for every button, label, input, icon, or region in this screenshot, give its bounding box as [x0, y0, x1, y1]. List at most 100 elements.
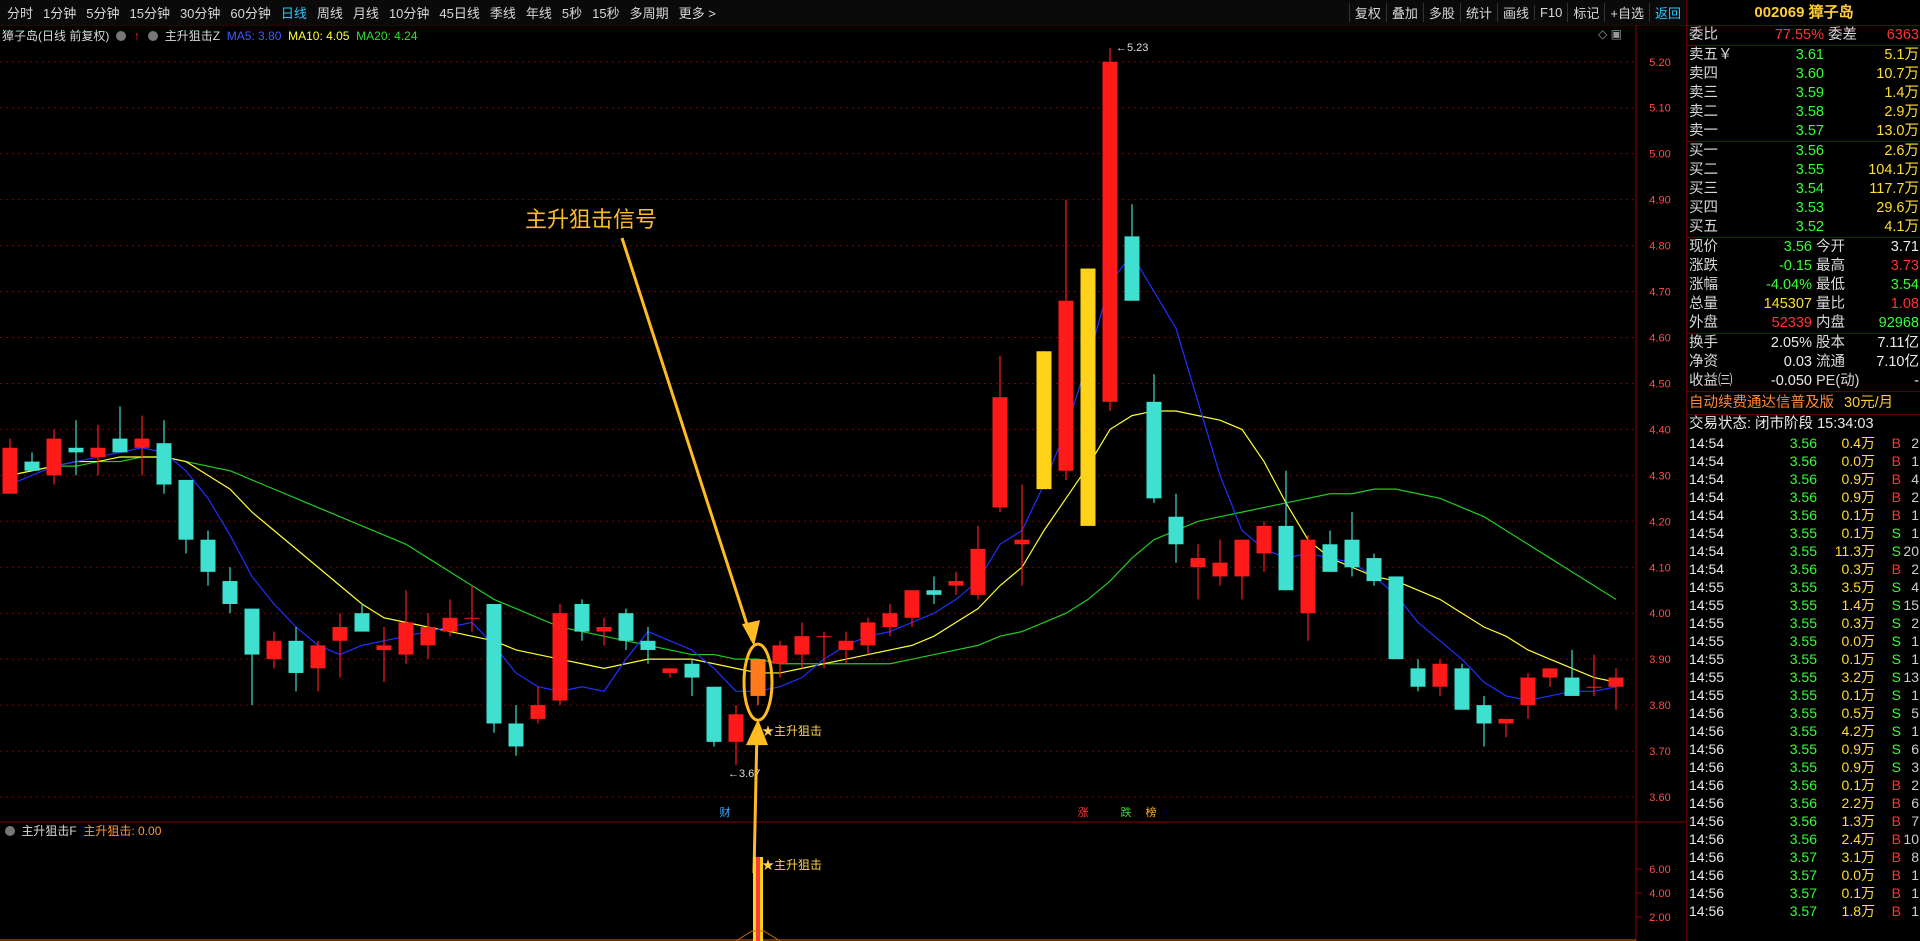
candle[interactable] — [68, 420, 84, 476]
candle[interactable] — [552, 604, 568, 706]
period-tab[interactable]: 1分钟 — [38, 3, 81, 22]
toolbar-action-button[interactable]: 统计 — [1459, 3, 1497, 22]
toolbar-action-button[interactable]: 多股 — [1422, 3, 1460, 22]
candle[interactable] — [1388, 576, 1404, 660]
candle[interactable] — [1476, 695, 1492, 747]
candle[interactable] — [970, 525, 986, 600]
period-tab[interactable]: 5分钟 — [81, 3, 124, 22]
candle[interactable] — [46, 429, 62, 485]
period-tab[interactable]: 季线 — [485, 3, 521, 22]
candle[interactable] — [1520, 672, 1536, 719]
candle[interactable] — [2, 438, 18, 494]
candle[interactable] — [596, 617, 612, 646]
period-tab[interactable]: 15秒 — [587, 3, 624, 22]
toolbar-action-button[interactable]: +自选 — [1604, 3, 1649, 22]
candle[interactable] — [860, 617, 876, 655]
candle[interactable] — [1410, 659, 1426, 692]
candle[interactable] — [266, 631, 282, 669]
candle[interactable] — [332, 613, 348, 678]
candle[interactable] — [134, 415, 150, 476]
orderbook-row[interactable]: 卖三 3.59 1.4万 — [1687, 84, 1920, 103]
orderbook-row[interactable]: 买一 3.56 2.6万 — [1687, 142, 1920, 161]
period-tab[interactable]: 15分钟 — [124, 3, 174, 22]
candle[interactable] — [904, 590, 920, 627]
candle[interactable] — [1080, 268, 1096, 526]
candle[interactable] — [1366, 553, 1382, 586]
period-tab[interactable]: 30分钟 — [175, 3, 225, 22]
candle[interactable] — [706, 686, 722, 747]
ad-banner[interactable]: 自动续费通达信普及版 30元/月 — [1687, 391, 1920, 414]
toolbar-action-button[interactable]: 画线 — [1496, 3, 1534, 22]
window-icon[interactable]: ▣ — [1611, 27, 1622, 41]
candle[interactable] — [222, 567, 238, 614]
candle[interactable] — [992, 355, 1008, 513]
candle[interactable] — [1146, 374, 1162, 503]
candle[interactable] — [156, 420, 172, 494]
toolbar-action-button[interactable]: 叠加 — [1385, 3, 1423, 22]
candle[interactable] — [486, 604, 502, 733]
candle[interactable] — [1278, 470, 1294, 591]
candle[interactable] — [1168, 493, 1184, 563]
event-marker-icon[interactable]: 财 — [720, 805, 731, 819]
candle[interactable] — [1036, 351, 1052, 490]
candle[interactable] — [442, 599, 458, 637]
event-marker-icon[interactable]: 涨 — [1078, 806, 1089, 819]
candle[interactable] — [684, 659, 700, 696]
orderbook-row[interactable]: 卖一 3.57 13.0万 — [1687, 122, 1920, 141]
stock-code-name[interactable]: 002069 獐子岛 — [1687, 0, 1920, 26]
period-tab[interactable]: 周线 — [312, 3, 348, 22]
candle[interactable] — [1234, 539, 1250, 600]
candle[interactable] — [1322, 530, 1338, 572]
toolbar-action-button[interactable]: 复权 — [1348, 3, 1386, 22]
main-indicator-name[interactable]: 主升狙击Z — [165, 29, 220, 43]
candle[interactable] — [1454, 663, 1470, 710]
candle[interactable] — [574, 599, 590, 641]
candle[interactable] — [1542, 668, 1558, 687]
candle[interactable] — [1190, 544, 1206, 600]
orderbook-row[interactable]: 卖二 3.58 2.9万 — [1687, 103, 1920, 122]
orderbook-row[interactable]: 买五 3.52 4.1万 — [1687, 218, 1920, 237]
orderbook-row[interactable]: 买二 3.55 104.1万 — [1687, 161, 1920, 180]
event-marker-icon[interactable]: 跌 — [1121, 805, 1132, 819]
candle[interactable] — [1498, 718, 1514, 738]
candle[interactable] — [178, 479, 194, 554]
tick-list[interactable]: 14:54 3.56 0.4万 B 2 14:54 3.56 0.0万 B 1 14:54 3.56 0… — [1687, 434, 1920, 920]
candle[interactable] — [1564, 649, 1580, 696]
candle[interactable] — [200, 530, 216, 586]
candle[interactable] — [1014, 484, 1030, 586]
candle[interactable] — [464, 585, 480, 632]
candle[interactable] — [1058, 199, 1074, 480]
indicator-toggle-icon[interactable] — [148, 31, 159, 41]
period-tab[interactable]: 多周期 — [625, 3, 674, 22]
toolbar-action-button[interactable]: 标记 — [1567, 3, 1604, 22]
period-tab[interactable]: 更多 > — [674, 3, 721, 22]
period-tab[interactable]: 10分钟 — [384, 3, 434, 22]
candle[interactable] — [398, 590, 414, 664]
candle[interactable] — [926, 576, 942, 605]
candle[interactable] — [1608, 668, 1624, 710]
period-tab[interactable]: 年线 — [521, 3, 557, 22]
candle[interactable] — [618, 608, 634, 650]
orderbook-row[interactable]: 卖五￥ 3.61 5.1万 — [1687, 46, 1920, 65]
period-tab[interactable]: 5秒 — [557, 3, 587, 22]
candle[interactable] — [728, 705, 744, 765]
candle[interactable] — [508, 705, 524, 756]
candle[interactable] — [1124, 204, 1140, 301]
toolbar-action-button[interactable]: F10 — [1533, 5, 1567, 20]
candle[interactable] — [376, 626, 392, 683]
orderbook-row[interactable]: 卖四 3.60 10.7万 — [1687, 65, 1920, 84]
period-tab[interactable]: 45日线 — [434, 3, 484, 22]
candle[interactable] — [90, 424, 106, 476]
event-marker-icon[interactable]: 榜 — [1146, 805, 1157, 819]
settings-icon[interactable] — [115, 31, 126, 41]
period-tab[interactable]: 月线 — [348, 3, 384, 22]
candle[interactable] — [310, 640, 326, 692]
diamond-icon[interactable]: ◇ — [1598, 27, 1607, 41]
candle[interactable] — [288, 626, 304, 692]
period-tab[interactable]: 日线 — [276, 3, 312, 22]
candle[interactable] — [530, 686, 546, 724]
candle[interactable] — [948, 571, 964, 595]
candle[interactable] — [1432, 659, 1448, 696]
candle[interactable] — [750, 659, 766, 706]
orderbook-row[interactable]: 买四 3.53 29.6万 — [1687, 199, 1920, 218]
